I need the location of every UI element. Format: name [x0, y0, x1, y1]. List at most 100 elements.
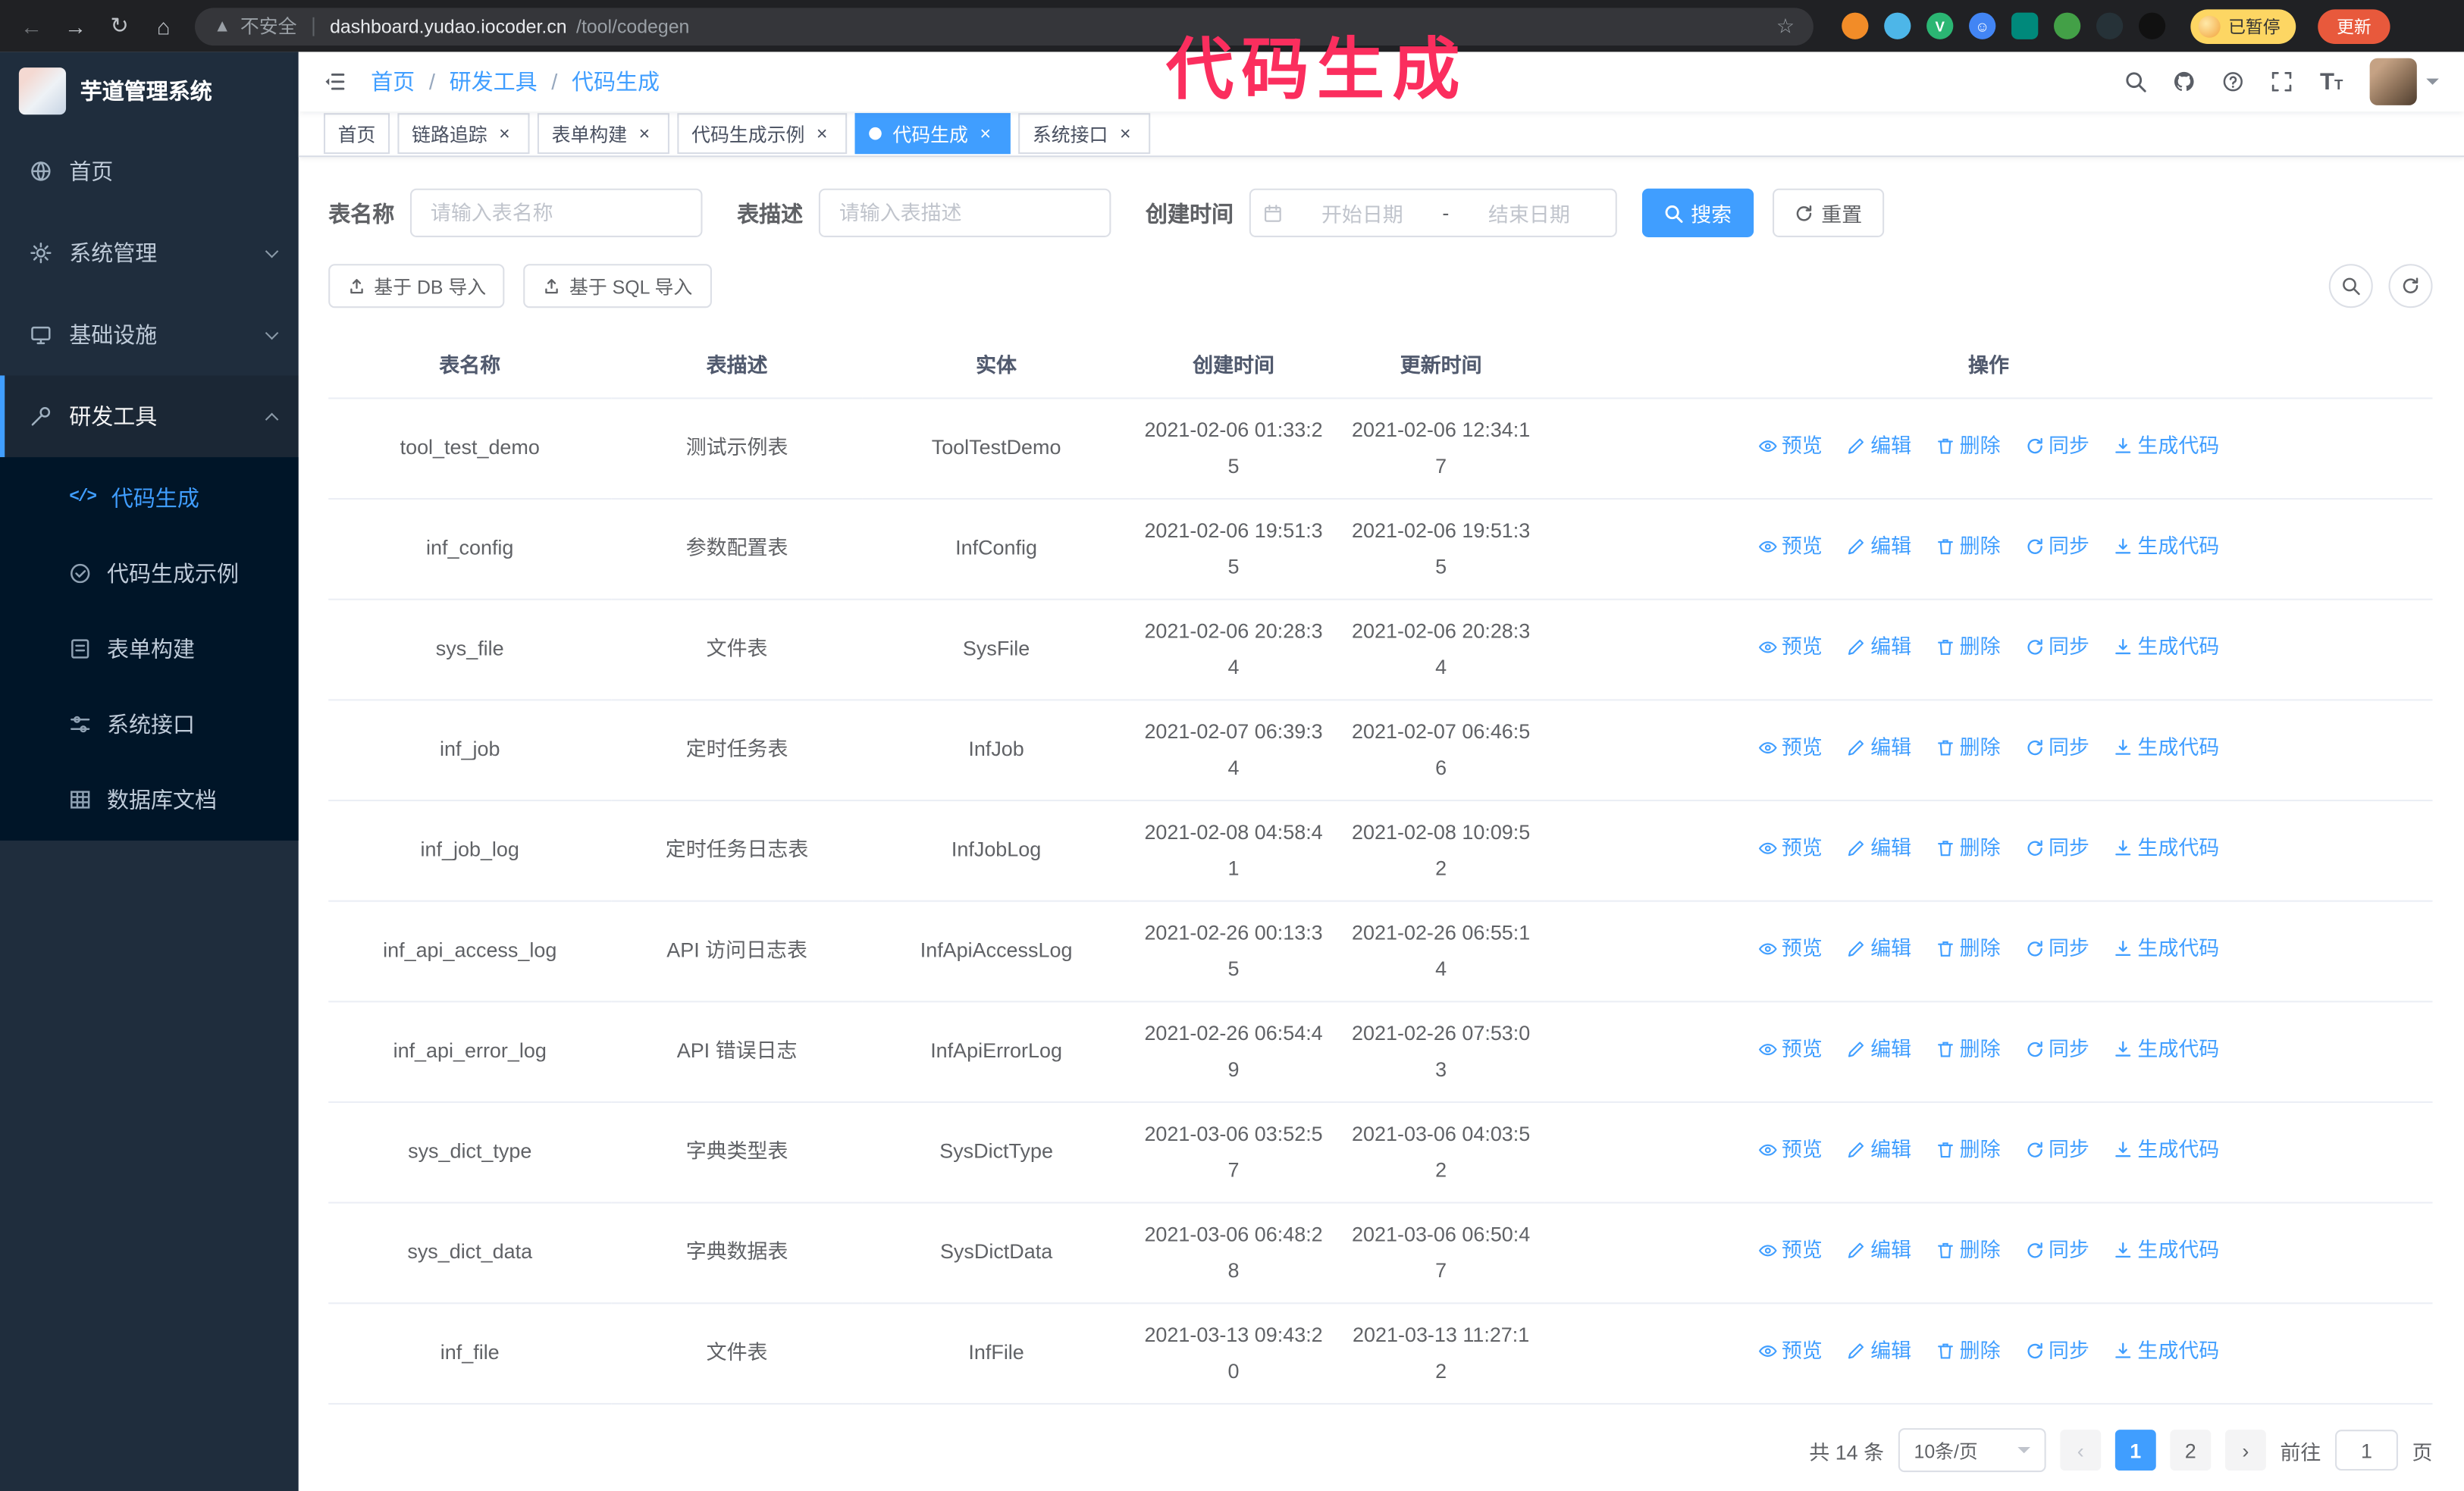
extension-icon[interactable]	[2138, 12, 2166, 39]
preview-link[interactable]: 预览	[1758, 1335, 1823, 1370]
generate-code-link[interactable]: 生成代码	[2114, 1234, 2219, 1269]
sidebar-item-form-builder[interactable]: 表单构建	[0, 611, 299, 686]
generate-code-link[interactable]: 生成代码	[2114, 530, 2219, 565]
tab-close-icon[interactable]: ×	[974, 123, 996, 145]
delete-link[interactable]: 删除	[1936, 832, 2001, 866]
forward-icon[interactable]: →	[57, 7, 95, 45]
tab[interactable]: 系统接口 ×	[1018, 113, 1151, 155]
table-name-input[interactable]	[409, 188, 703, 237]
preview-link[interactable]: 预览	[1758, 1133, 1823, 1168]
address-bar[interactable]: ▲ 不安全 dashboard.yudao.iocoder.cn/tool/co…	[195, 7, 1814, 45]
extension-icon[interactable]: V	[1926, 12, 1954, 39]
tab-close-icon[interactable]: ×	[633, 123, 655, 145]
import-db-button[interactable]: 基于 DB 导入	[328, 264, 506, 309]
paused-badge[interactable]: 已暂停	[2190, 8, 2296, 43]
extension-icon[interactable]	[2096, 12, 2124, 39]
tab[interactable]: 表单构建 ×	[537, 113, 670, 155]
edit-link[interactable]: 编辑	[1847, 932, 1911, 967]
delete-link[interactable]: 删除	[1936, 1033, 2001, 1068]
sync-link[interactable]: 同步	[2025, 1234, 2089, 1269]
update-button[interactable]: 更新	[2318, 8, 2390, 43]
extension-icon[interactable]: ☺	[1969, 12, 1996, 39]
sidebar-item-system[interactable]: 系统管理	[0, 212, 299, 294]
tab[interactable]: 代码生成示例 ×	[677, 113, 848, 155]
github-link[interactable]	[2174, 70, 2196, 92]
tab[interactable]: 链路追踪 ×	[397, 113, 530, 155]
edit-link[interactable]: 编辑	[1847, 731, 1911, 766]
sidebar-item-codegen[interactable]: </> 代码生成	[0, 460, 299, 535]
delete-link[interactable]: 删除	[1936, 631, 2001, 666]
preview-link[interactable]: 预览	[1758, 832, 1823, 866]
tab[interactable]: 首页	[323, 113, 390, 155]
sidebar-item-db-docs[interactable]: 数据库文档	[0, 762, 299, 837]
generate-code-link[interactable]: 生成代码	[2114, 1133, 2219, 1168]
preview-link[interactable]: 预览	[1758, 1033, 1823, 1068]
reset-button[interactable]: 重置	[1773, 188, 1885, 237]
sidebar-item-devtools[interactable]: 研发工具	[0, 375, 299, 458]
tab[interactable]: 代码生成 ×	[854, 113, 1011, 155]
edit-link[interactable]: 编辑	[1847, 430, 1911, 465]
user-menu[interactable]	[2369, 58, 2439, 105]
prev-page-button[interactable]: ‹	[2060, 1430, 2102, 1471]
delete-link[interactable]: 删除	[1936, 1234, 2001, 1269]
table-desc-input[interactable]	[818, 188, 1111, 237]
preview-link[interactable]: 预览	[1758, 631, 1823, 666]
generate-code-link[interactable]: 生成代码	[2114, 1335, 2219, 1370]
sync-link[interactable]: 同步	[2025, 430, 2089, 465]
sidebar-item-system-api[interactable]: 系统接口	[0, 687, 299, 762]
next-page-button[interactable]: ›	[2224, 1430, 2266, 1471]
edit-link[interactable]: 编辑	[1847, 530, 1911, 565]
sidebar-item-home[interactable]: 首页	[0, 130, 299, 212]
generate-code-link[interactable]: 生成代码	[2114, 1033, 2219, 1068]
preview-link[interactable]: 预览	[1758, 731, 1823, 766]
font-size-button[interactable]: TT	[2320, 68, 2343, 95]
sync-link[interactable]: 同步	[2025, 1335, 2089, 1370]
edit-link[interactable]: 编辑	[1847, 1133, 1911, 1168]
fullscreen-button[interactable]	[2271, 70, 2293, 92]
refresh-table-button[interactable]	[2388, 264, 2433, 309]
generate-code-link[interactable]: 生成代码	[2114, 932, 2219, 967]
edit-link[interactable]: 编辑	[1847, 832, 1911, 866]
page-number-2[interactable]: 2	[2170, 1430, 2212, 1471]
import-sql-button[interactable]: 基于 SQL 导入	[523, 264, 712, 309]
sidebar-item-infra[interactable]: 基础设施	[0, 294, 299, 376]
preview-link[interactable]: 预览	[1758, 430, 1823, 465]
extension-icon[interactable]	[2054, 12, 2081, 39]
edit-link[interactable]: 编辑	[1847, 1234, 1911, 1269]
preview-link[interactable]: 预览	[1758, 1234, 1823, 1269]
collapse-sidebar-button[interactable]	[324, 70, 346, 92]
sync-link[interactable]: 同步	[2025, 1033, 2089, 1068]
delete-link[interactable]: 删除	[1936, 1133, 2001, 1168]
generate-code-link[interactable]: 生成代码	[2114, 832, 2219, 866]
page-size-select[interactable]: 10条/页	[1898, 1428, 2046, 1473]
extension-icon[interactable]	[1884, 12, 1911, 39]
sync-link[interactable]: 同步	[2025, 832, 2089, 866]
goto-page-input[interactable]	[2334, 1430, 2398, 1471]
generate-code-link[interactable]: 生成代码	[2114, 631, 2219, 666]
sync-link[interactable]: 同步	[2025, 932, 2089, 967]
page-number-1[interactable]: 1	[2114, 1430, 2156, 1471]
extension-icon[interactable]	[1842, 12, 1869, 39]
sidebar-item-codegen-example[interactable]: 代码生成示例	[0, 536, 299, 611]
tab-close-icon[interactable]: ×	[1114, 123, 1136, 145]
back-icon[interactable]: ←	[13, 7, 51, 45]
tab-close-icon[interactable]: ×	[811, 123, 833, 145]
delete-link[interactable]: 删除	[1936, 1335, 2001, 1370]
toggle-search-button[interactable]	[2328, 264, 2373, 309]
help-button[interactable]	[2222, 70, 2244, 92]
delete-link[interactable]: 删除	[1936, 731, 2001, 766]
search-button[interactable]: 搜索	[1641, 188, 1754, 237]
edit-link[interactable]: 编辑	[1847, 1335, 1911, 1370]
delete-link[interactable]: 删除	[1936, 530, 2001, 565]
breadcrumb-devtools[interactable]: 研发工具	[450, 66, 538, 97]
edit-link[interactable]: 编辑	[1847, 631, 1911, 666]
preview-link[interactable]: 预览	[1758, 530, 1823, 565]
generate-code-link[interactable]: 生成代码	[2114, 731, 2219, 766]
preview-link[interactable]: 预览	[1758, 932, 1823, 967]
tab-close-icon[interactable]: ×	[494, 123, 516, 145]
sync-link[interactable]: 同步	[2025, 631, 2089, 666]
sync-link[interactable]: 同步	[2025, 731, 2089, 766]
home-icon[interactable]: ⌂	[145, 7, 183, 45]
sync-link[interactable]: 同步	[2025, 1133, 2089, 1168]
header-search-button[interactable]	[2125, 70, 2147, 92]
